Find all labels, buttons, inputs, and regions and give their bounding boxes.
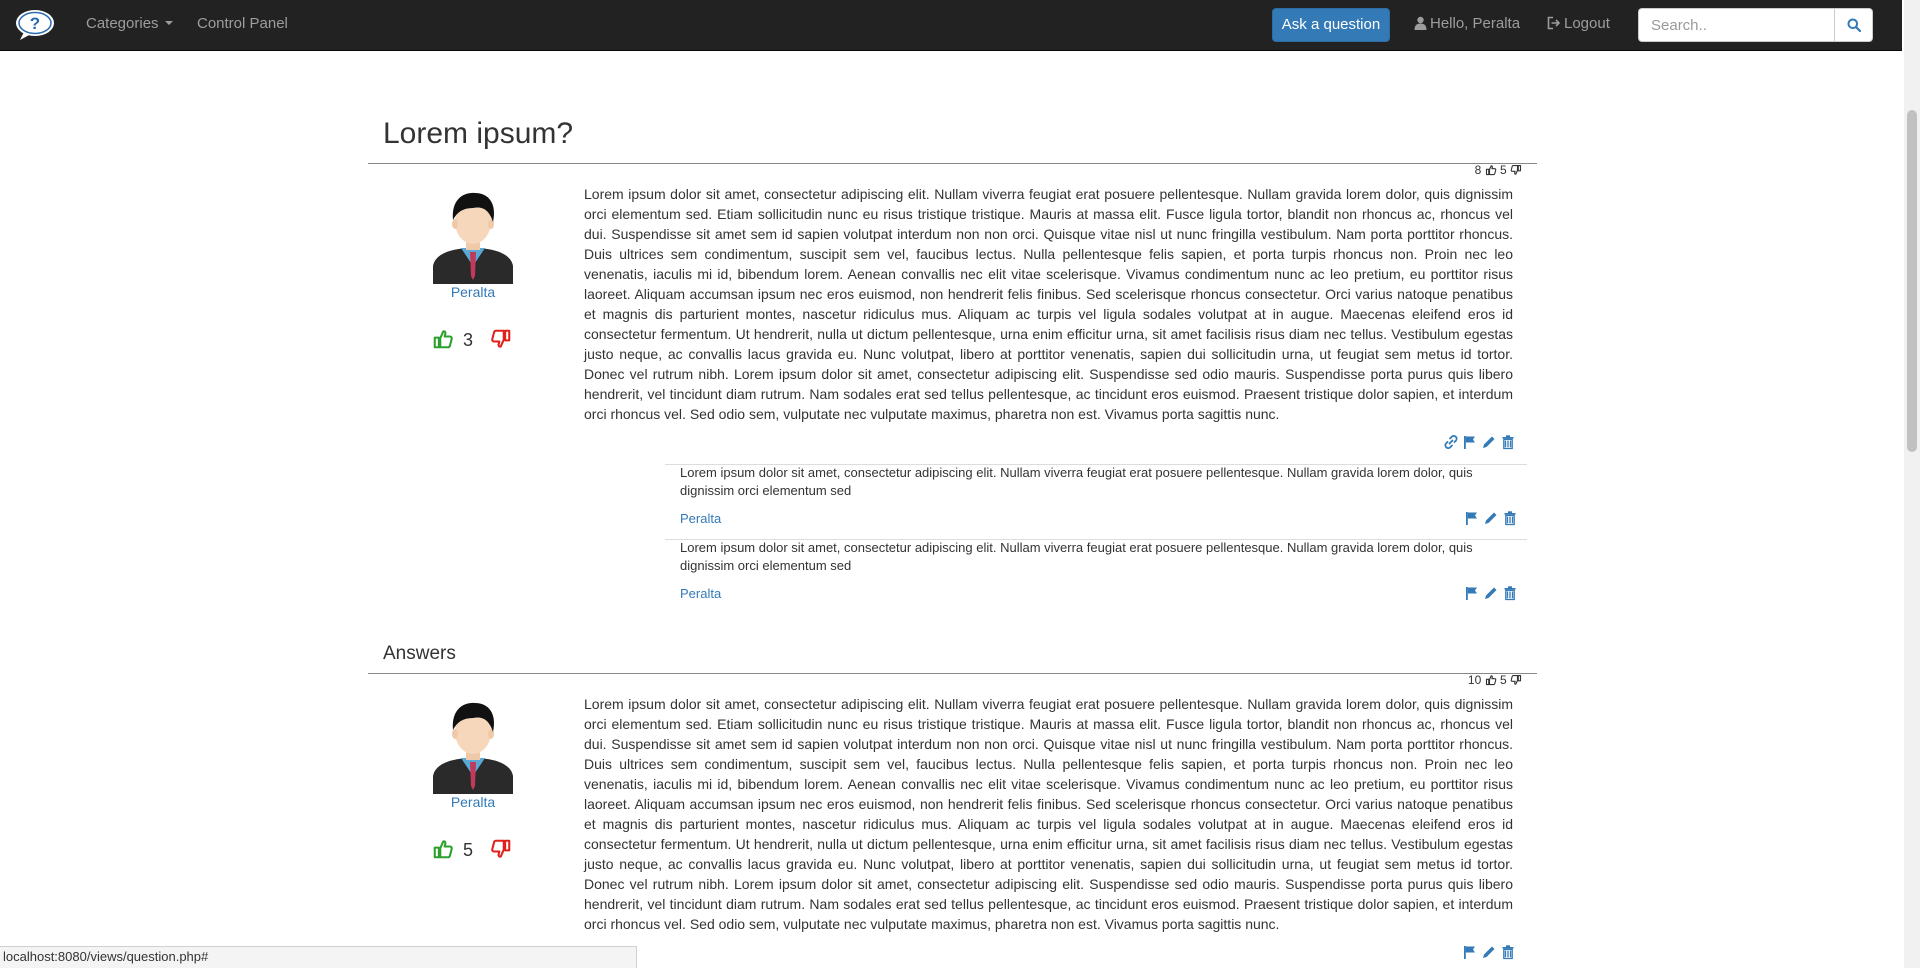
downvote-thumbs-down-icon[interactable]: [490, 328, 512, 350]
search-input[interactable]: [1638, 8, 1835, 42]
flag-icon[interactable]: [1464, 585, 1480, 601]
pencil-icon[interactable]: [1481, 434, 1497, 450]
user-menu-link[interactable]: Hello, Peralta: [1414, 0, 1520, 50]
link-icon[interactable]: [1443, 434, 1459, 450]
comment-actions: [1464, 510, 1518, 526]
trash-icon[interactable]: [1500, 944, 1516, 960]
likes-count: 10: [1467, 673, 1482, 687]
categories-label: Categories: [86, 15, 159, 32]
answer-score: 5: [462, 840, 473, 860]
page-title: Lorem ipsum?: [383, 117, 574, 150]
scrollbar-thumb[interactable]: [1907, 110, 1917, 452]
vertical-scrollbar[interactable]: [1904, 0, 1920, 968]
flag-icon[interactable]: [1462, 944, 1478, 960]
question-vote-summary: 8 5: [1475, 163, 1522, 177]
control-panel-link[interactable]: Control Panel: [197, 0, 288, 50]
browser-status-bar: localhost:8080/views/question.php#: [0, 946, 637, 968]
avatar: [431, 694, 515, 794]
trash-icon[interactable]: [1502, 510, 1518, 526]
author-link[interactable]: Peralta: [431, 284, 515, 300]
question-bubble-icon[interactable]: ?: [14, 8, 56, 42]
ask-question-button[interactable]: Ask a question: [1272, 8, 1390, 42]
user-icon: [1414, 16, 1427, 30]
question-body: Lorem ipsum dolor sit amet, consectetur …: [584, 186, 1513, 422]
question-author: Peralta: [431, 184, 515, 300]
answer-actions: [1462, 944, 1516, 960]
top-navbar: ? Categories Control Panel Ask a questio…: [0, 0, 1902, 51]
pencil-icon[interactable]: [1483, 510, 1499, 526]
categories-dropdown[interactable]: Categories: [86, 0, 173, 50]
upvote-thumbs-up-icon[interactable]: [432, 838, 454, 860]
answer-vote-control: 5: [432, 838, 522, 862]
dislikes-count: 5: [1499, 163, 1507, 177]
author-link[interactable]: Peralta: [431, 794, 515, 810]
svg-text:?: ?: [30, 14, 40, 33]
upvote-thumbs-up-icon[interactable]: [432, 328, 454, 350]
answer-author: Peralta: [431, 694, 515, 810]
trash-icon[interactable]: [1502, 585, 1518, 601]
caret-down-icon: [164, 21, 173, 25]
flag-icon[interactable]: [1464, 510, 1480, 526]
answers-heading: Answers: [383, 643, 456, 664]
title-divider: [368, 163, 1537, 164]
thumbs-down-icon: [1510, 674, 1522, 686]
downvote-thumbs-down-icon[interactable]: [490, 838, 512, 860]
comment-text: Lorem ipsum dolor sit amet, consectetur …: [680, 540, 1473, 573]
comment-author-link[interactable]: Peralta: [680, 586, 721, 601]
question-vote-control: 3: [432, 328, 522, 352]
thumbs-down-icon: [1510, 164, 1522, 176]
hello-user-label: Hello, Peralta: [1430, 15, 1521, 32]
comment-actions: [1464, 585, 1518, 601]
comment-text: Lorem ipsum dolor sit amet, consectetur …: [680, 465, 1473, 498]
answers-divider: [368, 673, 1537, 674]
likes-count: 8: [1474, 163, 1482, 177]
flag-icon[interactable]: [1462, 434, 1478, 450]
avatar: [431, 184, 515, 284]
answer-body: Lorem ipsum dolor sit amet, consectetur …: [584, 696, 1513, 932]
trash-icon[interactable]: [1500, 434, 1516, 450]
pencil-icon[interactable]: [1481, 944, 1497, 960]
thumbs-up-icon: [1485, 674, 1497, 686]
question-score: 3: [462, 330, 473, 350]
dislikes-count: 5: [1499, 673, 1507, 687]
logout-label: Logout: [1564, 15, 1610, 32]
comment-author-link[interactable]: Peralta: [680, 511, 721, 526]
thumbs-up-icon: [1485, 164, 1497, 176]
search-button[interactable]: [1834, 8, 1873, 42]
question-actions: [1443, 434, 1516, 450]
answer-vote-summary: 10 5: [1468, 673, 1522, 687]
search-icon: [1847, 18, 1861, 32]
logout-icon: [1547, 16, 1561, 30]
pencil-icon[interactable]: [1483, 585, 1499, 601]
logout-link[interactable]: Logout: [1547, 0, 1610, 50]
